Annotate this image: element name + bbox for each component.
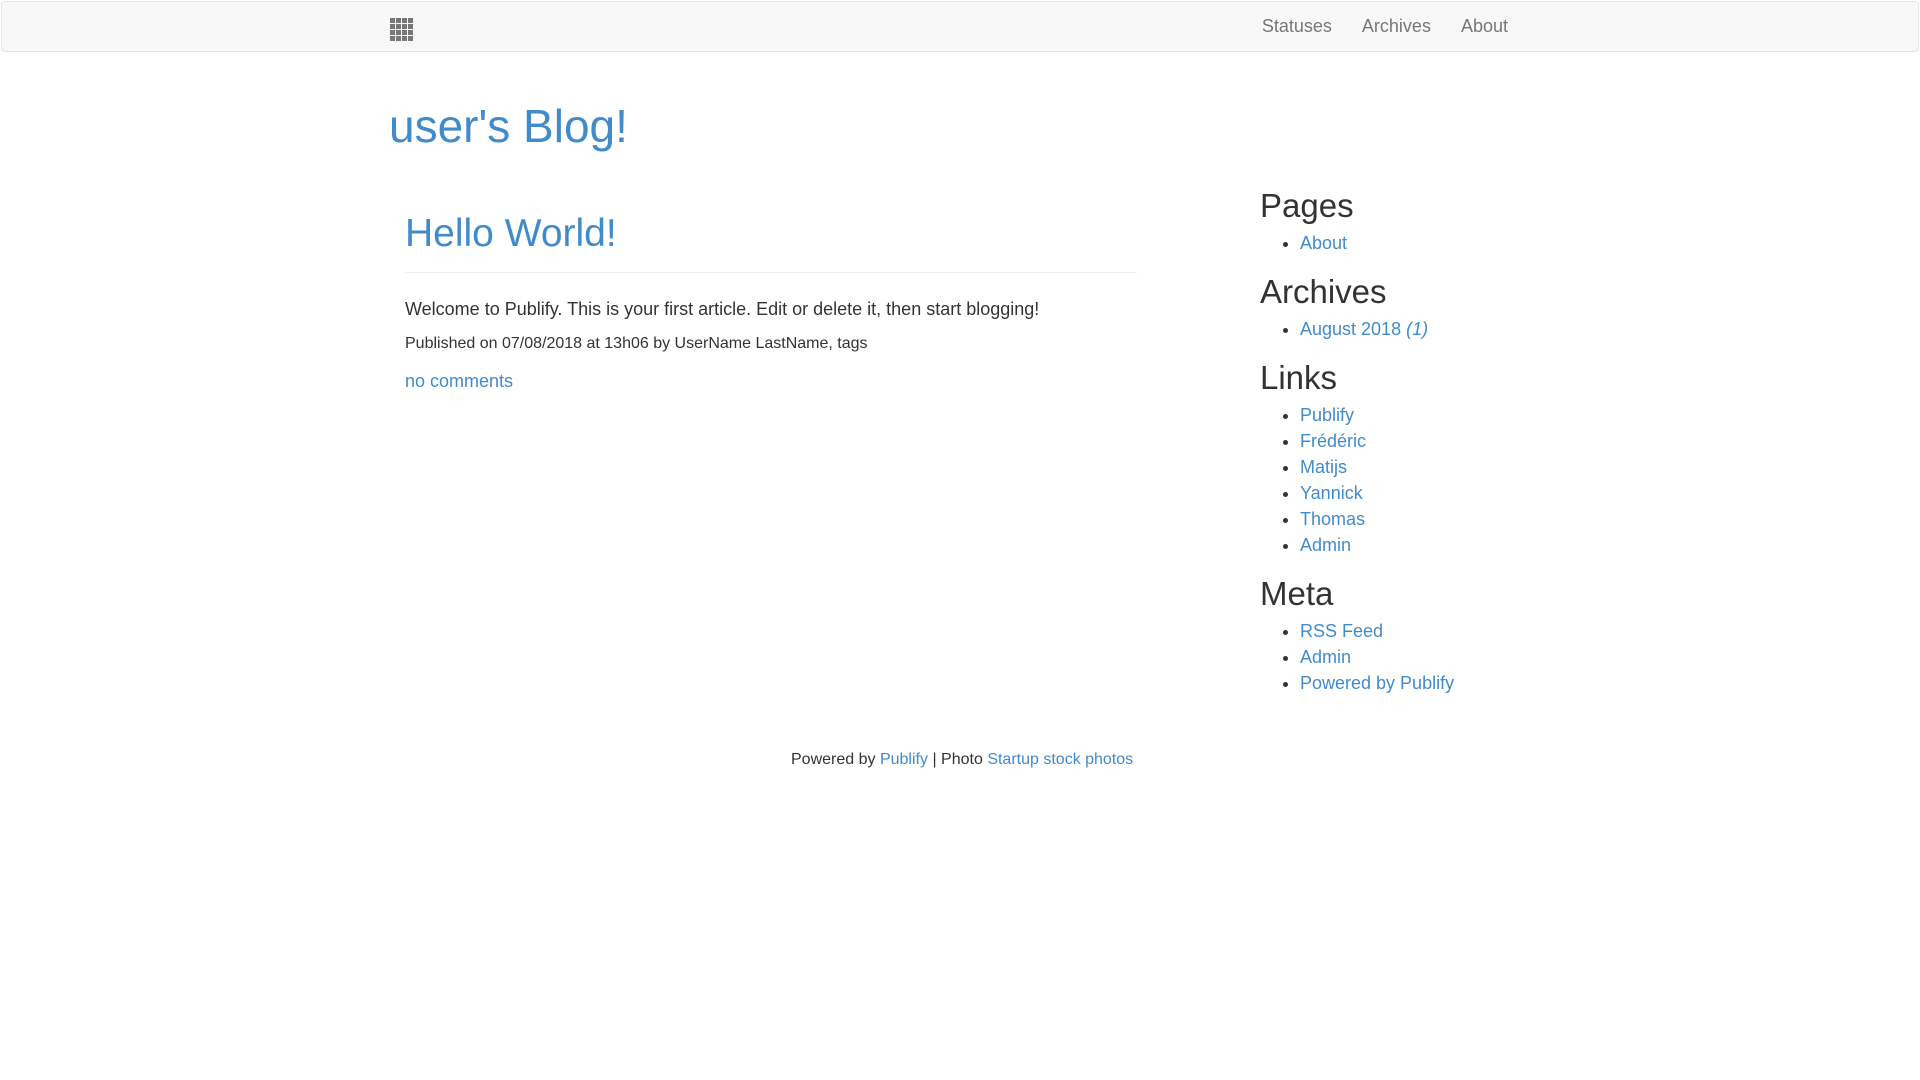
article-meta: Published on 07/08/2018 at 13h06 by User… <box>405 335 868 352</box>
nav-statuses-link[interactable]: Statuses <box>1247 2 1347 51</box>
sidebar-links-heading: Links <box>1260 359 1338 396</box>
blog-title-link[interactable]: user's Blog! <box>389 100 628 152</box>
grid-dot <box>390 24 395 29</box>
sidebar-meta-admin-link[interactable]: Admin <box>1300 647 1351 667</box>
grid-dot <box>408 36 413 41</box>
apps-grid-icon[interactable] <box>390 18 414 42</box>
grid-dot <box>396 30 401 35</box>
sidebar-link-admin[interactable]: Admin <box>1300 535 1351 555</box>
article: Hello World! Welcome to Publify. This is… <box>405 208 1137 393</box>
sidebar-meta-list: RSS Feed Admin Powered by Publify <box>1260 618 1620 696</box>
grid-dot <box>390 30 395 35</box>
grid-dot <box>396 24 401 29</box>
article-title-link[interactable]: Hello World! <box>405 212 617 255</box>
sidebar-meta-powered-link[interactable]: Powered by Publify <box>1300 673 1454 693</box>
grid-dot <box>396 36 401 41</box>
nav-archives-link[interactable]: Archives <box>1347 2 1446 51</box>
comments-link[interactable]: no comments <box>405 371 513 391</box>
article-title: Hello World! <box>405 208 1137 273</box>
list-item: About <box>1300 230 1620 256</box>
sidebar-archive-august-2018-link[interactable]: August 2018 (1) <box>1300 319 1428 339</box>
list-item: Powered by Publify <box>1300 670 1620 696</box>
archive-month-label: August 2018 <box>1300 319 1402 339</box>
grid-dot <box>390 36 395 41</box>
list-item: August 2018 (1) <box>1300 316 1620 342</box>
nav-menu: Statuses Archives About <box>1247 2 1523 51</box>
list-item: Thomas <box>1300 506 1620 532</box>
footer-photo-text: | Photo <box>932 751 983 768</box>
list-item: Frédéric <box>1300 428 1620 454</box>
sidebar-links-list: Publify Frédéric Matijs Yannick Thomas A… <box>1260 402 1620 558</box>
sidebar: Pages About Archives August 2018 (1) Lin… <box>1260 184 1620 710</box>
sidebar-pages-heading: Pages <box>1260 187 1354 224</box>
grid-dot <box>402 24 407 29</box>
sidebar-archives-list: August 2018 (1) <box>1260 316 1620 342</box>
sidebar-link-yannick[interactable]: Yannick <box>1300 483 1363 503</box>
blog-title: user's Blog! <box>389 98 628 154</box>
grid-dot <box>408 24 413 29</box>
list-item: Matijs <box>1300 454 1620 480</box>
sidebar-link-frederic[interactable]: Frédéric <box>1300 431 1366 451</box>
grid-dot <box>408 30 413 35</box>
list-item: Admin <box>1300 644 1620 670</box>
sidebar-meta-rss-link[interactable]: RSS Feed <box>1300 621 1383 641</box>
grid-dot <box>408 18 413 23</box>
list-item: Publify <box>1300 402 1620 428</box>
sidebar-meta-heading: Meta <box>1260 575 1334 612</box>
list-item: Yannick <box>1300 480 1620 506</box>
grid-dot <box>402 36 407 41</box>
nav-about-link[interactable]: About <box>1446 2 1523 51</box>
article-comments: no comments <box>405 369 1137 393</box>
footer-powered-text: Powered by <box>791 751 876 768</box>
top-navbar: Statuses Archives About <box>1 1 1919 52</box>
list-item: RSS Feed <box>1300 618 1620 644</box>
list-item: Admin <box>1300 532 1620 558</box>
sidebar-archives-heading: Archives <box>1260 273 1387 310</box>
archive-count: (1) <box>1406 319 1429 339</box>
footer: Powered by Publify | Photo Startup stock… <box>791 749 1133 771</box>
footer-publify-link[interactable]: Publify <box>880 751 928 768</box>
sidebar-page-about-link[interactable]: About <box>1300 233 1347 253</box>
grid-dot <box>390 18 395 23</box>
sidebar-link-matijs[interactable]: Matijs <box>1300 457 1347 477</box>
article-body: Welcome to Publify. This is your first a… <box>405 299 1040 319</box>
grid-dot <box>402 18 407 23</box>
grid-dot <box>402 30 407 35</box>
sidebar-link-thomas[interactable]: Thomas <box>1300 509 1365 529</box>
sidebar-pages-list: About <box>1260 230 1620 256</box>
grid-dot <box>396 18 401 23</box>
footer-photo-link[interactable]: Startup stock photos <box>987 751 1133 768</box>
sidebar-link-publify[interactable]: Publify <box>1300 405 1354 425</box>
